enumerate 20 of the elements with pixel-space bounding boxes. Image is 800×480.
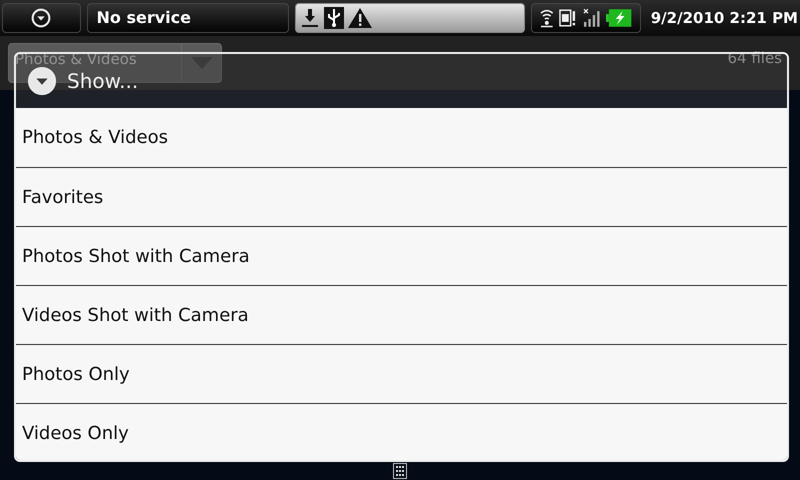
notification-toggle-button[interactable] — [2, 3, 81, 33]
option-item[interactable]: Videos Only — [16, 403, 787, 460]
option-item[interactable]: Photos Only — [16, 344, 787, 403]
usb-icon — [324, 7, 344, 29]
dropdown-circle-icon — [27, 66, 57, 96]
app-launcher-icon[interactable] — [393, 463, 407, 479]
option-item[interactable]: Photos Shot with Camera — [16, 226, 787, 285]
no-signal-icon — [582, 8, 600, 28]
wifi-icon — [540, 8, 554, 28]
warning-icon — [348, 8, 372, 28]
battery-charging-icon — [606, 9, 632, 27]
dropdown-circle-icon — [31, 8, 52, 28]
notification-panel[interactable] — [294, 3, 525, 33]
option-item[interactable]: Favorites — [16, 167, 787, 226]
download-icon — [300, 8, 320, 28]
option-item[interactable]: Photos & Videos — [16, 108, 787, 167]
option-item[interactable]: Videos Shot with Camera — [16, 285, 787, 344]
carrier-label: No service — [86, 3, 289, 33]
clock: 9/2/2010 2:21 PM — [650, 8, 798, 29]
sim-card-icon — [559, 8, 577, 28]
